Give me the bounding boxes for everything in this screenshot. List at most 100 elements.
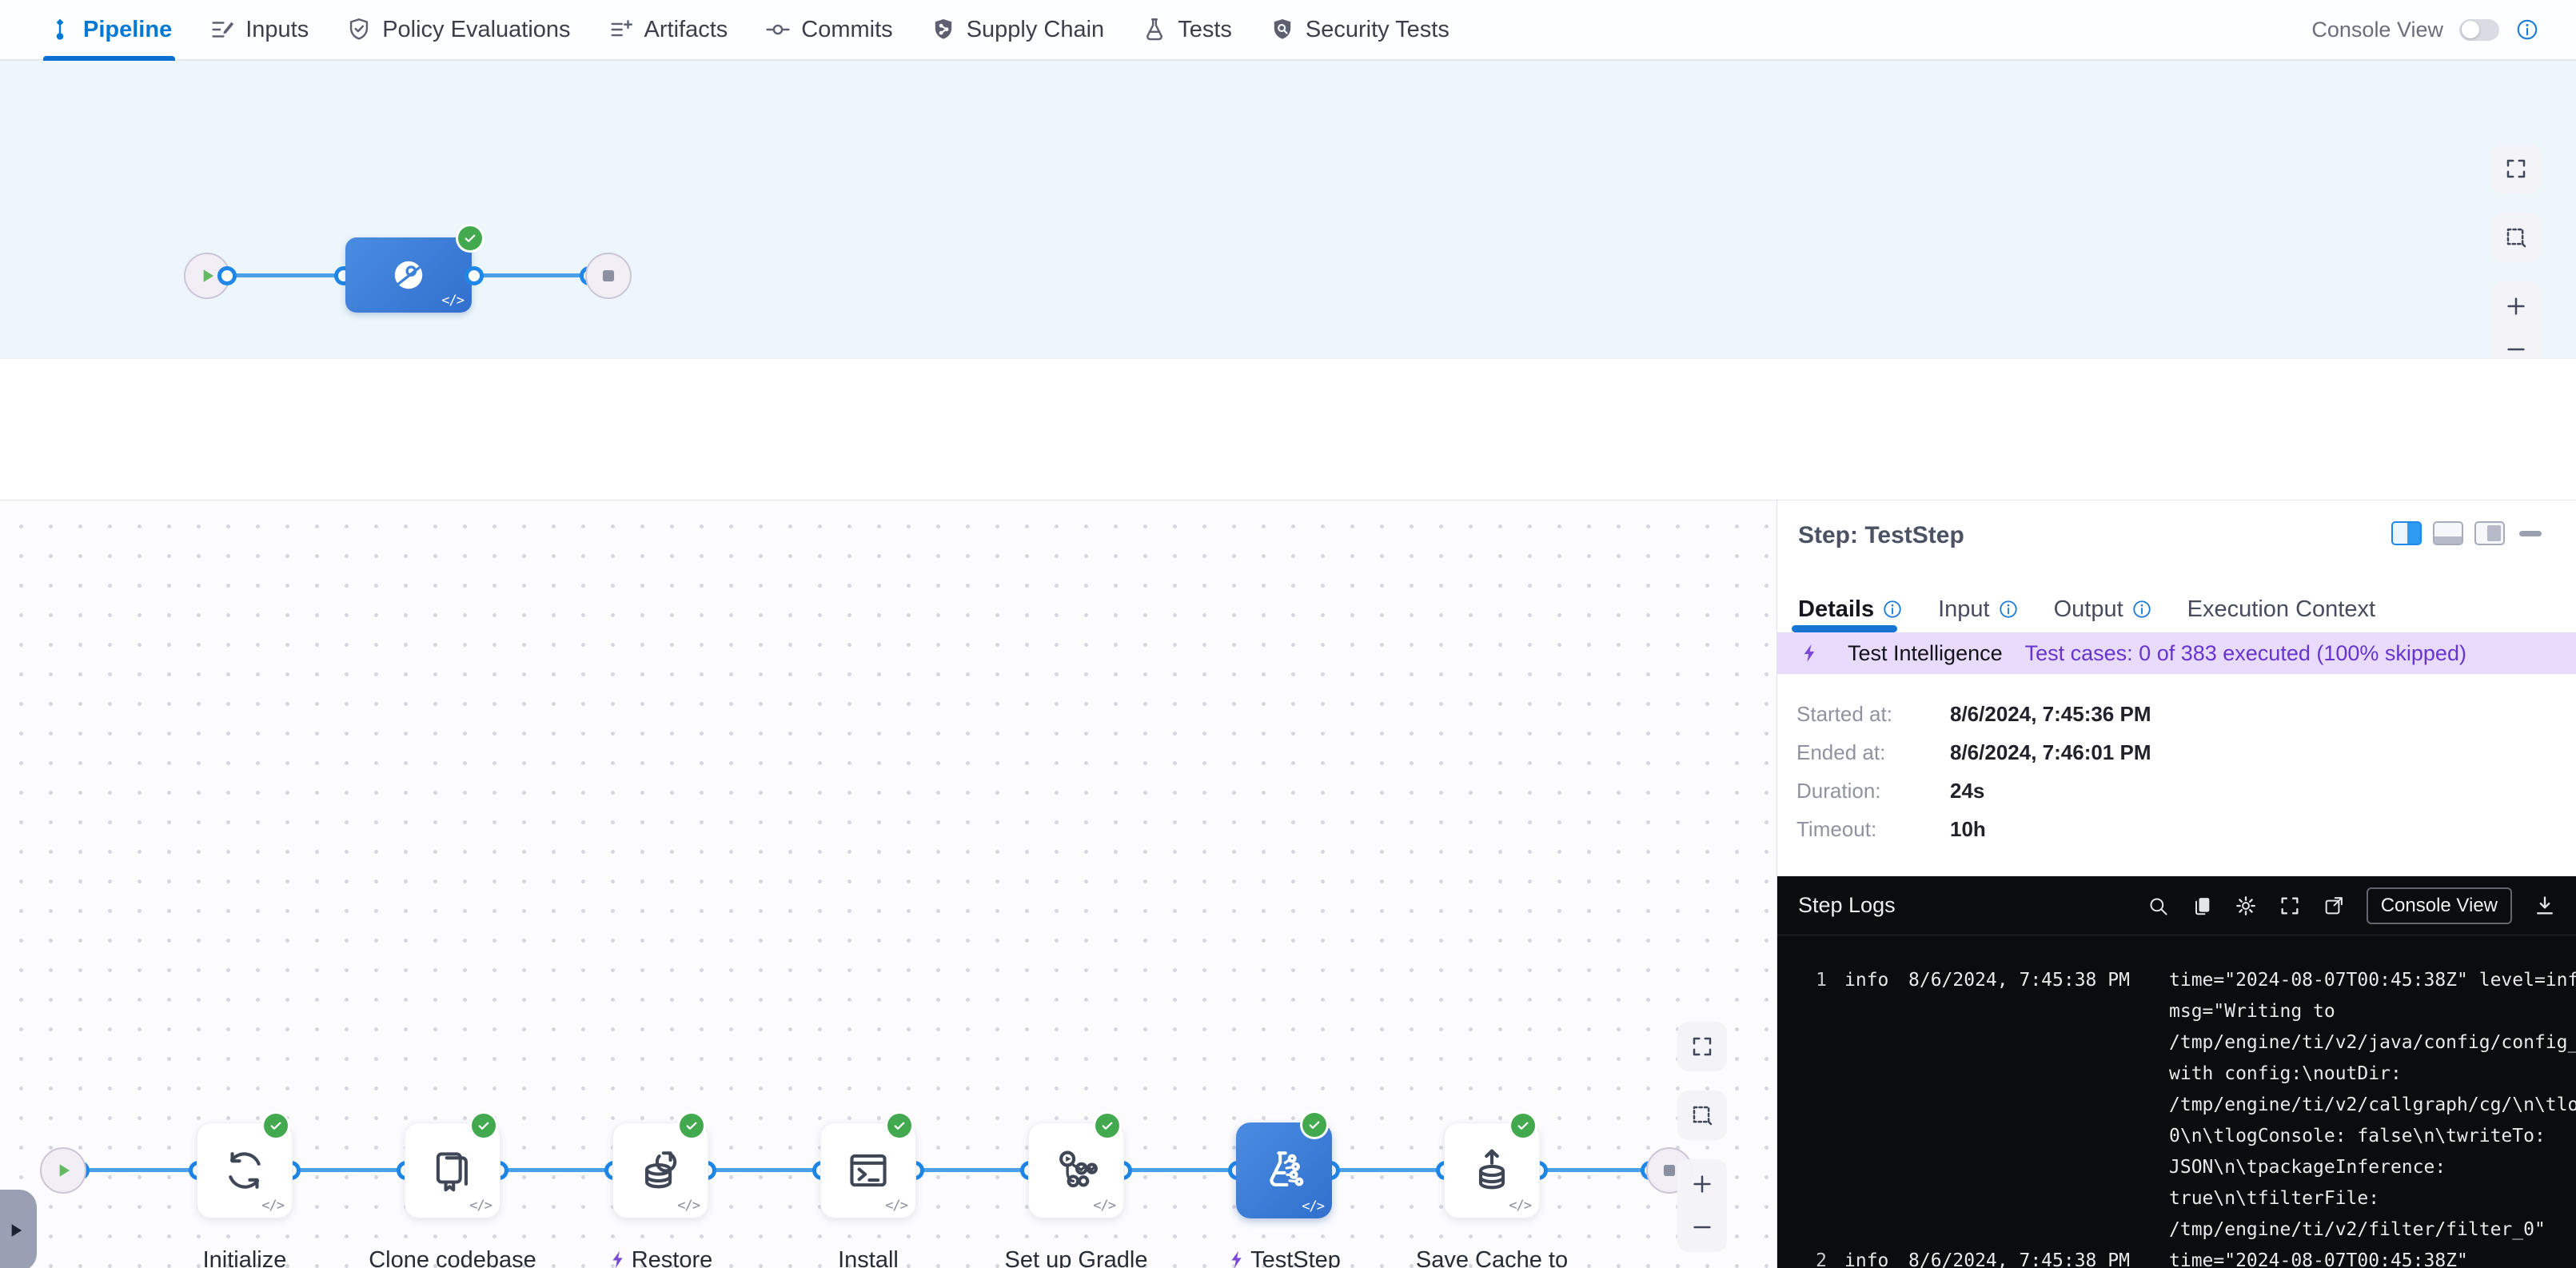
harness-pipeline-execution-page: Pipeline Inputs Policy Evaluations Artif… <box>0 0 2576 1268</box>
canvas-zoom-controls <box>1677 1159 1727 1252</box>
nav-right: Console View <box>2311 18 2539 42</box>
check-icon <box>269 1118 283 1133</box>
field-value: 10h <box>1950 817 1986 842</box>
zoom-in-icon[interactable] <box>2504 294 2528 318</box>
field-label: Ended at: <box>1796 740 1950 765</box>
bolt-icon <box>1227 1248 1247 1268</box>
tab-artifacts[interactable]: Artifacts <box>608 0 728 59</box>
panel-tab-output[interactable]: Output <box>2054 596 2152 623</box>
step-detail-fields: Started at: 8/6/2024, 7:45:36 PM Ended a… <box>1796 702 2151 855</box>
stage-summary: build Started at: 8/6/2024, 7:44:13 PM D… <box>0 358 2576 500</box>
search-icon[interactable] <box>2147 895 2169 917</box>
tab-inputs[interactable]: Inputs <box>209 0 309 59</box>
security-tests-icon <box>1269 16 1296 43</box>
tab-supply-chain[interactable]: Supply Chain <box>930 0 1105 59</box>
ci-stage-icon <box>390 257 427 293</box>
tab-commits[interactable]: Commits <box>764 0 892 59</box>
toggle-knob <box>2462 21 2479 38</box>
logs-body: 1 info 8/6/2024, 7:45:38 PM time="2024-0… <box>1777 935 2576 1268</box>
tab-policy-evaluations[interactable]: Policy Evaluations <box>345 0 570 59</box>
test-cases-summary[interactable]: Test cases: 0 of 383 executed (100% skip… <box>2025 641 2466 666</box>
download-icon[interactable] <box>2534 895 2556 917</box>
flask-net-icon <box>1261 1147 1307 1194</box>
field-row-timeout: Timeout: 10h <box>1796 817 2151 842</box>
layout-right-icon[interactable] <box>2474 521 2505 545</box>
panel-tab-label: Execution Context <box>2187 596 2375 623</box>
panel-tab-execution-context[interactable]: Execution Context <box>2187 596 2375 623</box>
step-label: TestStep <box>1180 1246 1388 1268</box>
code-icon: </> <box>1509 1198 1531 1214</box>
graph-icon <box>1053 1147 1099 1194</box>
tab-label: Tests <box>1178 17 1232 43</box>
step-details-panel: Step: TestStep Details Input Output Exec… <box>1776 500 2576 1268</box>
step-node-teststep[interactable]: </> <box>1236 1122 1332 1218</box>
check-icon <box>892 1118 907 1133</box>
code-icon: </> <box>1093 1198 1115 1214</box>
tab-pipeline[interactable]: Pipeline <box>46 0 172 59</box>
tab-label: Pipeline <box>83 17 172 43</box>
step-label: Installdependencies <box>764 1246 972 1268</box>
step-label-line: Restore <box>632 1247 713 1268</box>
panel-tab-label: Details <box>1798 596 1874 623</box>
panel-tab-details[interactable]: Details <box>1798 596 1903 623</box>
field-label: Timeout: <box>1796 817 1950 842</box>
field-label: Duration: <box>1796 779 1950 803</box>
canvas-marquee-button[interactable] <box>1677 1091 1727 1140</box>
step-node-initialize[interactable]: </> <box>197 1122 293 1218</box>
clone-icon <box>429 1147 476 1194</box>
code-icon: </> <box>677 1198 700 1214</box>
layout-split-right-icon[interactable] <box>2391 521 2422 545</box>
info-icon[interactable] <box>2515 18 2539 42</box>
step-node-install-dependencies[interactable]: </> <box>820 1122 916 1218</box>
active-tab-underline <box>1792 625 1897 632</box>
step-node-restore-cache-from[interactable]: </> <box>612 1122 708 1218</box>
step-label-line: Clone codebase <box>369 1247 536 1268</box>
tests-icon <box>1141 16 1168 43</box>
panel-tab-input[interactable]: Input <box>1938 596 2019 623</box>
code-icon: </> <box>1302 1198 1324 1214</box>
expand-left-panel-handle[interactable] <box>0 1190 37 1268</box>
step-label-line: TestStep <box>1250 1247 1341 1268</box>
test-intelligence-banner: Test Intelligence Test cases: 0 of 383 e… <box>1777 632 2576 674</box>
console-view-button[interactable]: Console View <box>2367 887 2512 924</box>
zoom-out-icon[interactable] <box>1690 1215 1714 1239</box>
expand-icon <box>1690 1035 1714 1059</box>
layout-bottom-icon[interactable] <box>2433 521 2463 545</box>
panel-tab-label: Input <box>1938 596 1990 623</box>
external-link-icon[interactable] <box>2323 895 2345 917</box>
copy-icon[interactable] <box>2191 895 2213 917</box>
tab-label: Policy Evaluations <box>382 17 570 43</box>
stage-node-build[interactable]: </> <box>345 237 472 313</box>
tab-security-tests[interactable]: Security Tests <box>1269 0 1449 59</box>
pipeline-icon <box>46 16 74 43</box>
success-badge <box>1302 1113 1326 1137</box>
fullscreen-icon[interactable] <box>2279 895 2301 917</box>
terminal-icon <box>845 1147 891 1194</box>
bottom-split: </> Initialize </> Clone codebase </> Re… <box>0 500 2576 1268</box>
bolt-icon <box>1800 643 1820 664</box>
step-node-clone-codebase[interactable]: </> <box>405 1122 500 1218</box>
success-badge <box>1511 1114 1535 1138</box>
console-view-toggle[interactable] <box>2459 19 2499 41</box>
canvas-marquee-button[interactable] <box>2491 213 2541 262</box>
step-node-set-up-gradle[interactable]: </> <box>1028 1122 1124 1218</box>
step-label-line: Set up Gradle <box>1005 1247 1148 1268</box>
check-icon <box>463 231 477 245</box>
tab-tests[interactable]: Tests <box>1141 0 1232 59</box>
canvas-expand-button[interactable] <box>2491 144 2541 193</box>
check-icon <box>1307 1118 1322 1132</box>
code-icon: </> <box>885 1198 907 1214</box>
minimize-dash-icon[interactable] <box>2519 531 2542 536</box>
step-label-line: Install <box>838 1247 899 1268</box>
log-line-number: 1 <box>1804 965 1827 996</box>
success-badge <box>458 226 482 250</box>
step-node-save-cache-to-harness[interactable]: </> <box>1444 1122 1540 1218</box>
canvas-expand-button[interactable] <box>1677 1022 1727 1071</box>
gear-icon[interactable] <box>2235 895 2257 917</box>
connector-dot <box>465 266 484 285</box>
log-timestamp: 8/6/2024, 7:45:38 PM <box>1908 1246 2148 1268</box>
top-nav: Pipeline Inputs Policy Evaluations Artif… <box>0 0 2576 61</box>
step-panel-title: Step: TestStep <box>1798 522 1964 549</box>
zoom-in-icon[interactable] <box>1690 1172 1714 1196</box>
step-logs-panel: Step Logs Console View 1 info 8/6/2024, … <box>1777 876 2576 1268</box>
